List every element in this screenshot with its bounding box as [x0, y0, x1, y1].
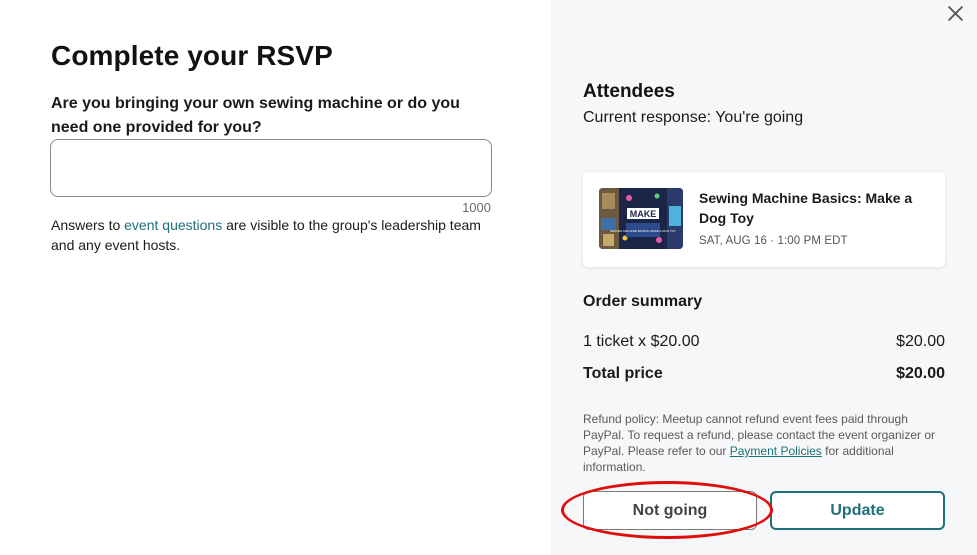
- attendees-summary-pane: Attendees Current response: You're going: [551, 0, 977, 555]
- event-date: SAT, AUG 16 · 1:00 PM EDT: [699, 235, 848, 247]
- update-button[interactable]: Update: [770, 491, 945, 530]
- event-question-answer-input[interactable]: [50, 139, 492, 197]
- thumb-text-main: MAKE: [630, 209, 657, 219]
- payment-policies-link[interactable]: Payment Policies: [730, 444, 822, 458]
- event-title[interactable]: Sewing Machine Basics: Make a Dog Toy: [699, 188, 929, 228]
- attendees-heading: Attendees: [583, 81, 675, 102]
- event-card[interactable]: MAKE SEWING MACHINE BASICS: MAKE A DOG T…: [583, 172, 945, 267]
- not-going-button[interactable]: Not going: [583, 491, 757, 530]
- page-title: Complete your RSVP: [51, 40, 333, 71]
- ticket-line-item: 1 ticket x $20.00 $20.00: [583, 333, 945, 351]
- event-questions-link[interactable]: event questions: [124, 217, 222, 233]
- disclaimer-prefix: Answers to: [51, 217, 125, 233]
- ticket-line-label: 1 ticket x $20.00: [583, 333, 700, 350]
- current-response-text: Current response: You're going: [583, 109, 804, 126]
- close-button[interactable]: [940, 0, 970, 26]
- order-summary-heading: Order summary: [583, 293, 703, 310]
- event-thumbnail-image: MAKE SEWING MACHINE BASICS: MAKE A DOG T…: [599, 188, 683, 249]
- rsvp-form-pane: Complete your RSVP Are you bringing your…: [0, 0, 551, 555]
- event-thumbnail: MAKE SEWING MACHINE BASICS: MAKE A DOG T…: [599, 188, 683, 249]
- refund-policy: Refund policy: Meetup cannot refund even…: [583, 411, 949, 475]
- ticket-line-amount: $20.00: [896, 333, 945, 350]
- event-question-label: Are you bringing your own sewing machine…: [51, 95, 460, 136]
- character-count: 1000: [462, 200, 491, 215]
- rsvp-modal: Complete your RSVP Are you bringing your…: [0, 0, 977, 555]
- thumb-text-sub: SEWING MACHINE BASICS: MAKE A DOG TOY: [610, 229, 676, 233]
- total-price-label: Total price: [583, 365, 663, 382]
- total-price-amount: $20.00: [896, 365, 945, 382]
- answers-visibility-note: Answers to event questions are visible t…: [51, 215, 496, 255]
- close-icon: [947, 5, 963, 21]
- total-price-row: Total price $20.00: [583, 365, 945, 383]
